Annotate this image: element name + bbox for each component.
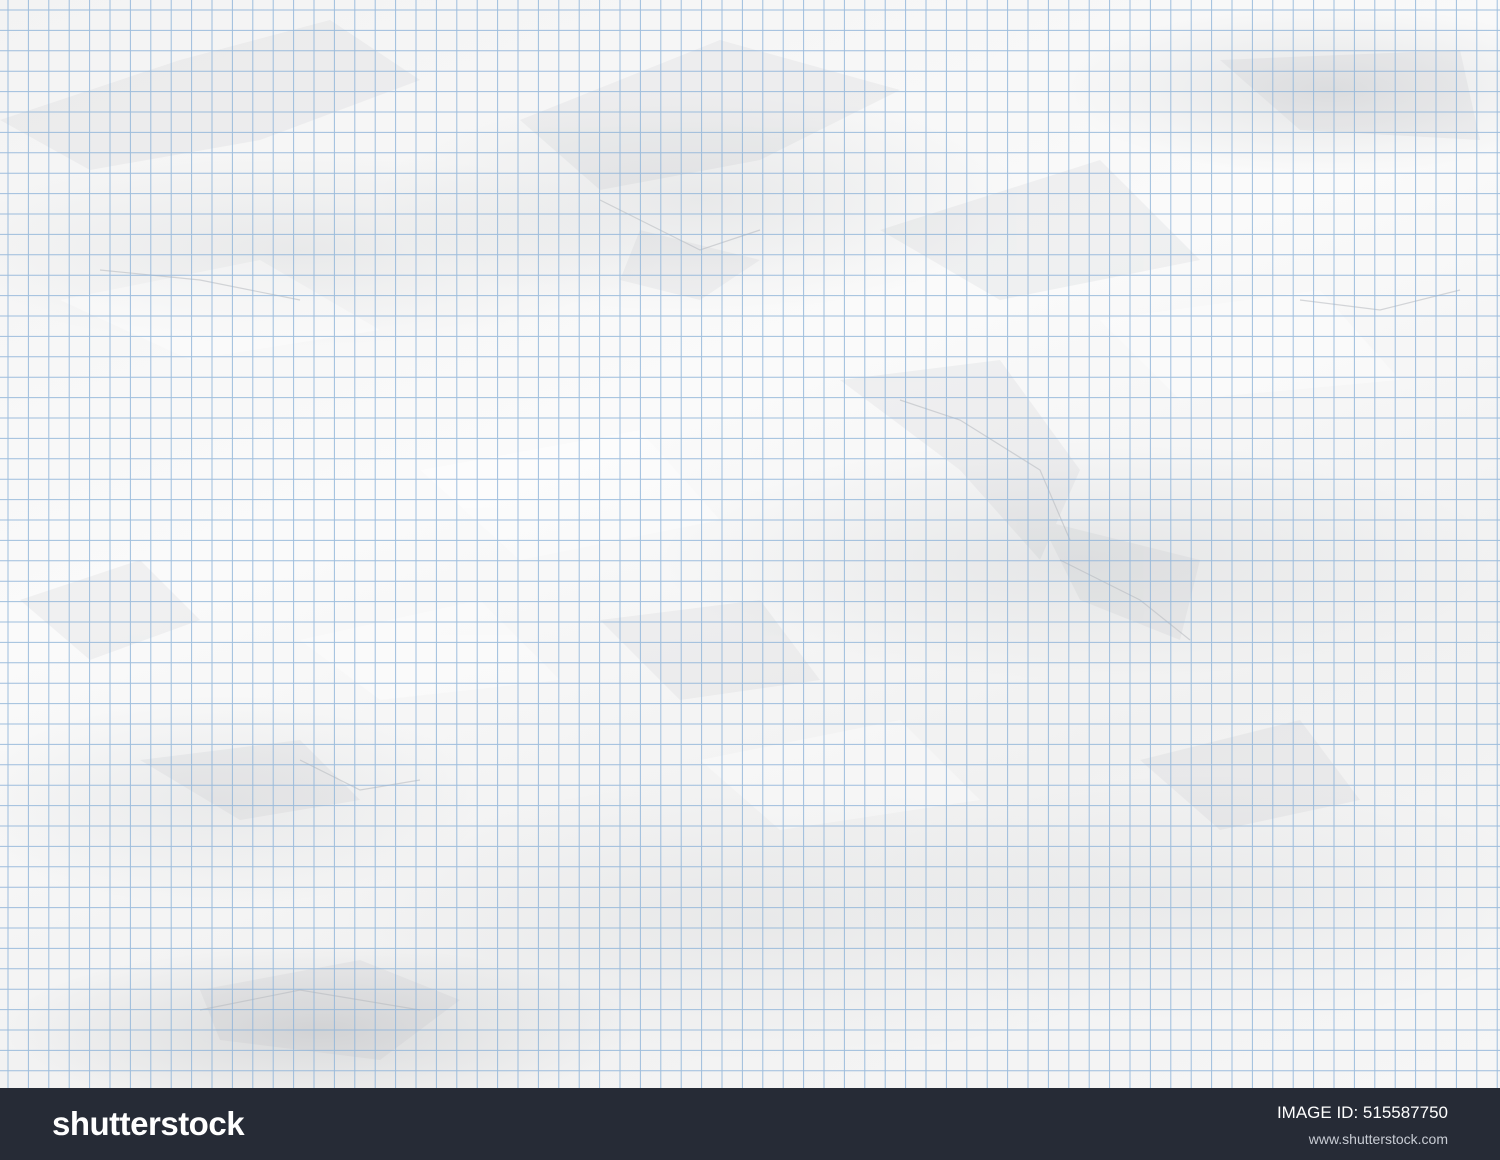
watermark-footer: shutterstock IMAGE ID: 515587750 www.shu… bbox=[0, 1088, 1500, 1160]
image-id-label: IMAGE ID: bbox=[1276, 1103, 1359, 1122]
shutterstock-logo: shutterstock bbox=[52, 1104, 245, 1144]
site-url: www.shutterstock.com bbox=[1308, 1131, 1448, 1147]
grid-lines bbox=[0, 0, 1500, 1088]
stock-photo: shutterstock IMAGE ID: 515587750 www.shu… bbox=[0, 0, 1500, 1160]
crumpled-graph-paper bbox=[0, 0, 1500, 1088]
logo-text: shutterstock bbox=[52, 1105, 245, 1142]
image-id-value: 515587750 bbox=[1362, 1103, 1448, 1122]
image-id: IMAGE ID: 515587750 bbox=[1277, 1102, 1448, 1124]
graph-paper-grid bbox=[0, 0, 1500, 1088]
